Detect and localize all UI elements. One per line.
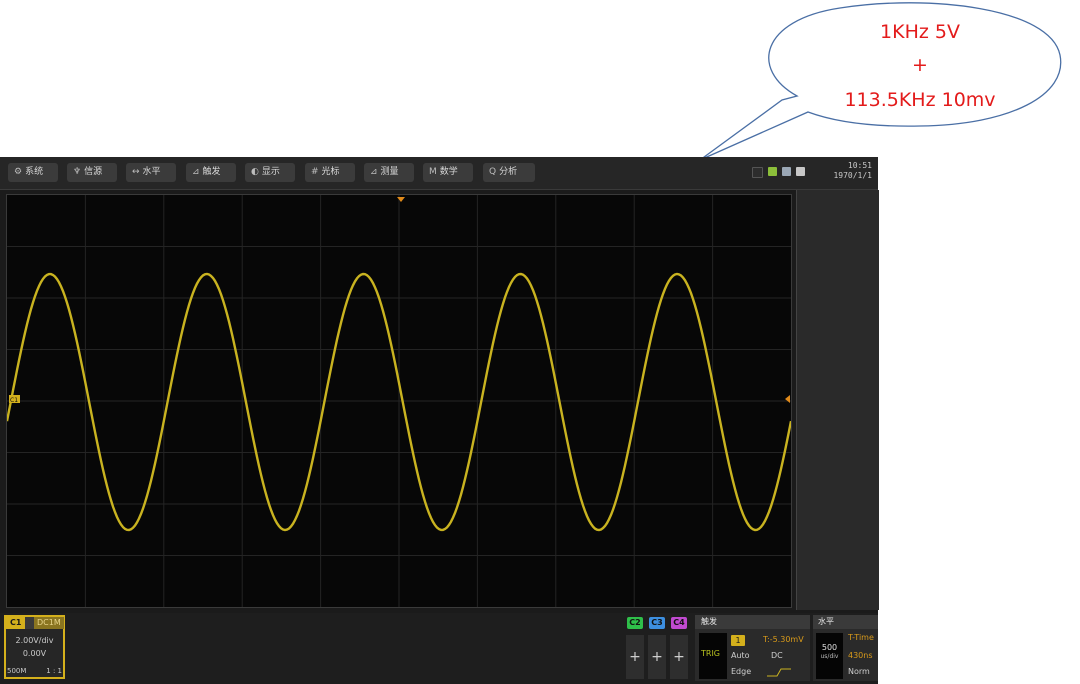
channel2-add-button[interactable]: +: [626, 635, 644, 679]
horizontal-icon: ↔: [132, 167, 140, 177]
menu-cursor-button[interactable]: # 光标: [305, 163, 355, 182]
trigger-level: T:-5.30mV: [763, 635, 804, 644]
trigger-title: 触发: [695, 615, 810, 629]
trigger-source: 1: [731, 635, 745, 646]
menu-measure-label: 测量: [380, 167, 399, 177]
channel1-bandwidth: 500M: [7, 667, 27, 675]
menu-horizontal-button[interactable]: ↔ 水平: [126, 163, 176, 182]
menu-display-button[interactable]: ◐ 显示: [245, 163, 295, 182]
channel1-tag: C1: [6, 617, 26, 629]
waveform-display[interactable]: C1: [6, 194, 792, 608]
menu-trigger-button[interactable]: ⊿ 触发: [186, 163, 236, 182]
trigger-label: TRIG: [701, 649, 721, 658]
menu-bar: ⚙ 系统 ♆ 信源 ↔ 水平 ⊿ 触发 ◐ 显示 # 光标 ⊿ 测量 M 数学: [0, 157, 878, 190]
trigger-type: Edge: [731, 667, 752, 676]
menu-horizontal-label: 水平: [142, 167, 161, 177]
menu-cursor-label: 光标: [321, 167, 340, 177]
save-icon[interactable]: [768, 167, 777, 176]
channel1-marker-label: C1: [10, 397, 18, 404]
bottom-panel: C1 DC1M 2.00V/div 0.00V 500M 1 : 1 C2 C3…: [0, 613, 878, 684]
clock: 10:51 1970/1/1: [826, 161, 872, 181]
channel1-panel[interactable]: C1 DC1M 2.00V/div 0.00V 500M 1 : 1: [4, 615, 65, 679]
measure-icon: ⊿: [370, 167, 378, 177]
trigger-coupling: DC: [771, 651, 783, 660]
menu-analyze-label: 分析: [499, 167, 518, 177]
gear-icon: ⚙: [14, 167, 23, 177]
menu-measure-button[interactable]: ⊿ 测量: [364, 163, 414, 182]
clock-date: 1970/1/1: [833, 171, 872, 180]
menu-source-label: 信源: [84, 167, 103, 177]
trigger-level-marker[interactable]: [785, 395, 790, 403]
graticule: [7, 195, 791, 607]
display-icon: ◐: [251, 167, 259, 177]
channel4-add-button[interactable]: +: [670, 635, 688, 679]
callout-line-2: +: [912, 54, 928, 76]
menu-system-button[interactable]: ⚙ 系统: [8, 163, 58, 182]
cursor-icon: #: [311, 167, 319, 177]
channel3-add-button[interactable]: +: [648, 635, 666, 679]
channel1-volts-div: 2.00V/div: [15, 636, 54, 645]
horizontal-t-label: T-Time: [848, 633, 874, 642]
timebase-unit: us/div: [820, 653, 839, 660]
trigger-panel[interactable]: 触发 TRIG 1 T:-5.30mV Auto DC Edge: [695, 615, 810, 681]
menu-math-label: 数学: [439, 167, 458, 177]
horizontal-panel[interactable]: 水平 500 us/div T-Time 430ns Norm: [813, 615, 878, 681]
edge-rising-icon: [767, 668, 791, 677]
menu-system-label: 系统: [25, 167, 44, 177]
channel2-tab[interactable]: C2: [627, 617, 643, 629]
menu-analyze-button[interactable]: Q 分析: [483, 163, 535, 182]
channel1-coupling: DC1M: [34, 617, 64, 629]
math-icon: M: [429, 167, 437, 177]
callout-line-3: 113.5KHz 10mv: [844, 89, 996, 111]
channel1-offset: 0.00V: [22, 649, 47, 658]
menu-math-button[interactable]: M 数学: [423, 163, 473, 182]
menu-trigger-label: 触发: [202, 167, 221, 177]
window-icon[interactable]: [752, 167, 763, 178]
trigger-position-marker[interactable]: [397, 197, 405, 202]
trigger-mode: Auto: [731, 651, 750, 660]
search-icon: Q: [489, 167, 497, 177]
channel3-tab[interactable]: C3: [649, 617, 665, 629]
screenshot-icon[interactable]: [796, 167, 805, 176]
network-icon[interactable]: [782, 167, 791, 176]
source-icon: ♆: [73, 167, 82, 177]
horizontal-title: 水平: [813, 615, 878, 629]
channel1-footer: 500M 1 : 1: [7, 667, 62, 675]
menu-source-button[interactable]: ♆ 信源: [67, 163, 117, 182]
side-panel: [796, 190, 879, 610]
callout-line-1: 1KHz 5V: [880, 21, 960, 43]
horizontal-delay: 430ns: [848, 651, 873, 660]
horizontal-mode: Norm: [848, 667, 870, 676]
clock-time: 10:51: [847, 161, 872, 170]
menu-display-label: 显示: [261, 167, 280, 177]
channel1-probe: 1 : 1: [46, 667, 62, 675]
timebase-value: 500: [821, 643, 838, 652]
oscilloscope-window: ⚙ 系统 ♆ 信源 ↔ 水平 ⊿ 触发 ◐ 显示 # 光标 ⊿ 测量 M 数学: [0, 157, 879, 684]
trigger-icon: ⊿: [192, 167, 200, 177]
waveform-canvas: C1: [7, 195, 791, 607]
channel4-tab[interactable]: C4: [671, 617, 687, 629]
status-icons: [752, 167, 805, 178]
